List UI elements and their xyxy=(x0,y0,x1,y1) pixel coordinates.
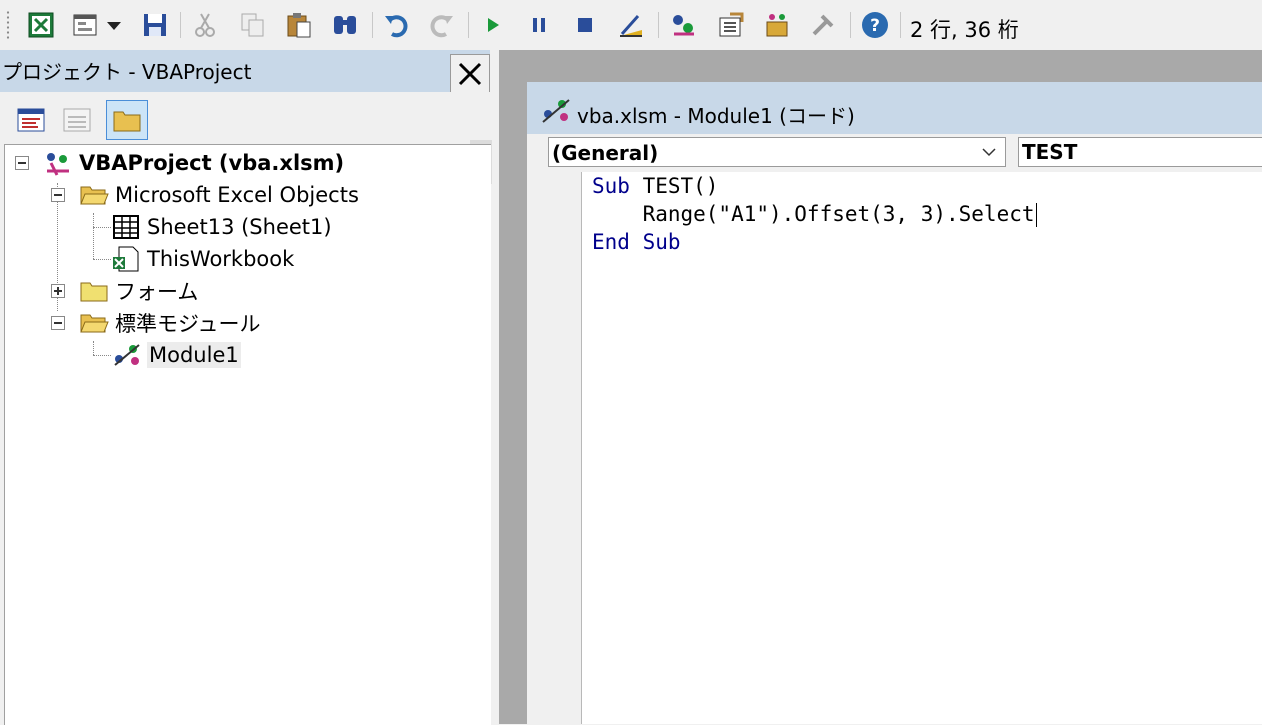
toolbar-separator xyxy=(900,12,901,38)
tree-node-label: VBAProject (vba.xlsm) xyxy=(79,151,345,175)
close-button[interactable] xyxy=(450,54,490,94)
tree-node-label: 標準モジュール xyxy=(115,312,261,336)
view-code-icon xyxy=(17,108,45,132)
code-margin-indicator-bar[interactable] xyxy=(541,172,582,724)
worksheet-icon xyxy=(113,215,139,239)
folder-open-icon xyxy=(80,314,109,333)
design-mode-icon[interactable] xyxy=(614,8,648,42)
toolbar-separator xyxy=(180,12,181,38)
tree-node-module1[interactable]: Module1 xyxy=(111,340,241,370)
help-icon[interactable]: ? xyxy=(858,8,892,42)
toolbar-separator xyxy=(850,12,851,38)
code-line-2: Range("A1").Offset(3, 3).Select xyxy=(592,202,1037,227)
tree-node-forms[interactable]: フォーム xyxy=(79,276,200,306)
tree-node-label: ThisWorkbook xyxy=(147,247,295,271)
expand-toggle[interactable] xyxy=(51,284,65,298)
copy-icon[interactable] xyxy=(236,8,270,42)
code-window-titlebar[interactable]: vba.xlsm - Module1 (コード) xyxy=(527,82,1262,134)
view-object-button[interactable] xyxy=(56,100,98,140)
cursor-position-status: 2 行, 36 桁 xyxy=(910,18,1019,42)
object-browser-icon[interactable] xyxy=(760,8,794,42)
chevron-down-icon xyxy=(982,148,996,157)
svg-text:?: ? xyxy=(870,16,880,36)
project-explorer-pane: プロジェクト - VBAProject VBAProject (vba.xlsm… xyxy=(0,50,495,725)
redo-icon[interactable] xyxy=(424,8,458,42)
dropdown-arrow-icon[interactable] xyxy=(104,8,124,42)
code-line-1: Sub TEST() xyxy=(592,174,718,198)
code-keyword: End xyxy=(592,230,630,254)
object-dropdown[interactable]: (General) xyxy=(548,137,1006,167)
paste-icon[interactable] xyxy=(282,8,316,42)
break-icon[interactable] xyxy=(522,8,556,42)
project-explorer-toolbar xyxy=(0,92,492,184)
tree-node-label: フォーム xyxy=(115,280,199,304)
view-code-button[interactable] xyxy=(10,100,52,140)
view-object-icon xyxy=(63,108,91,132)
undo-icon[interactable] xyxy=(380,8,414,42)
tree-node-label: Microsoft Excel Objects xyxy=(115,183,359,207)
toolbar-separator xyxy=(372,12,373,38)
reset-icon[interactable] xyxy=(568,8,602,42)
collapse-toggle[interactable] xyxy=(51,316,65,330)
module-icon xyxy=(542,99,570,123)
insert-userform-icon[interactable] xyxy=(68,8,102,42)
code-editor[interactable]: Sub TEST() Range("A1").Offset(3, 3).Sele… xyxy=(582,172,1262,724)
tree-guide xyxy=(93,355,111,356)
toolbox-icon[interactable] xyxy=(806,8,840,42)
code-text: Range("A1").Offset(3, 3).Select xyxy=(592,202,1035,226)
code-text: TEST() xyxy=(629,174,719,198)
collapse-toggle[interactable] xyxy=(51,188,65,202)
tree-guide xyxy=(93,213,94,259)
code-window: vba.xlsm - Module1 (コード) (General) TEST … xyxy=(527,82,1262,724)
toolbar-separator xyxy=(468,12,469,38)
save-icon[interactable] xyxy=(138,8,172,42)
run-icon[interactable] xyxy=(476,8,510,42)
folder-icon xyxy=(113,111,141,132)
collapse-toggle[interactable] xyxy=(15,156,29,170)
tree-node-label: Module1 xyxy=(147,342,241,368)
object-dropdown-value: (General) xyxy=(552,141,659,165)
tree-node-workbook[interactable]: ThisWorkbook xyxy=(111,244,296,274)
project-explorer-title: プロジェクト - VBAProject xyxy=(2,60,252,84)
workbook-icon xyxy=(113,246,139,272)
close-icon xyxy=(458,62,482,86)
code-line-3: End Sub xyxy=(592,230,681,254)
project-tree: VBAProject (vba.xlsm) Microsoft Excel Ob… xyxy=(4,144,491,725)
code-keyword: Sub xyxy=(592,174,630,198)
text-caret xyxy=(1035,203,1037,227)
vba-project-icon xyxy=(47,153,69,176)
tree-node-label: Sheet13 (Sheet1) xyxy=(147,215,332,239)
toolbar-grip[interactable] xyxy=(6,10,10,40)
properties-window-icon[interactable] xyxy=(714,8,748,42)
folder-icon xyxy=(80,282,108,302)
folder-open-icon xyxy=(80,186,109,205)
project-explorer-titlebar[interactable]: プロジェクト - VBAProject xyxy=(0,50,490,94)
standard-toolbar: ? 2 行, 36 桁 xyxy=(0,0,1262,50)
project-explorer-icon[interactable] xyxy=(666,8,700,42)
tree-node-sheet[interactable]: Sheet13 (Sheet1) xyxy=(111,212,334,242)
code-keyword: Sub xyxy=(642,230,681,254)
code-window-title: vba.xlsm - Module1 (コード) xyxy=(577,104,855,128)
tree-guide xyxy=(93,227,111,228)
tree-node-root[interactable]: VBAProject (vba.xlsm) xyxy=(43,148,346,178)
toggle-folders-button[interactable] xyxy=(106,100,148,140)
find-icon[interactable] xyxy=(328,8,362,42)
toolbar-separator xyxy=(658,12,659,38)
module-icon xyxy=(114,344,140,366)
tree-guide xyxy=(93,341,94,355)
procedure-dropdown-value: TEST xyxy=(1022,140,1078,164)
cut-icon[interactable] xyxy=(188,8,222,42)
excel-view-icon[interactable] xyxy=(24,8,58,42)
tree-node-excel-objects[interactable]: Microsoft Excel Objects xyxy=(79,180,361,210)
procedure-dropdown[interactable]: TEST xyxy=(1018,137,1262,167)
tree-guide xyxy=(93,259,111,260)
tree-node-modules[interactable]: 標準モジュール xyxy=(79,308,263,338)
